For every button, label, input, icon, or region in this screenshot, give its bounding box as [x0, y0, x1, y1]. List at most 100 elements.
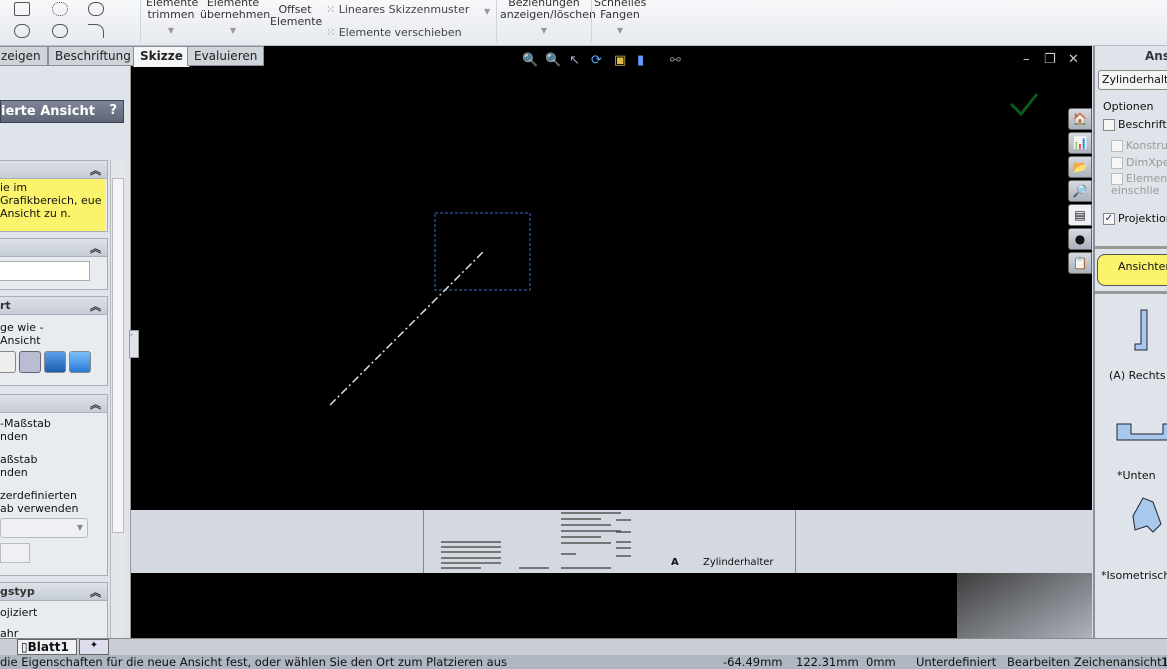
section-title: rt	[0, 299, 11, 312]
task-pane-view-palette-icon[interactable]: ▤	[1068, 204, 1092, 226]
scroll-thumb[interactable]	[112, 178, 124, 533]
tab-anzeigen[interactable]: zeigen	[0, 46, 48, 66]
scale-option-custom[interactable]: zerdefinierten ab verwenden	[0, 479, 90, 515]
sheet-tab-blatt1[interactable]: ▯Blatt1	[17, 639, 77, 655]
move-entities-label: Elemente verschieben	[338, 26, 462, 39]
zoom-to-fit-icon[interactable]: 🔍	[522, 53, 538, 68]
offset-entities-button[interactable]: Offset Elemente	[270, 4, 322, 28]
style-text: ge wie -Ansicht	[0, 321, 44, 347]
checkbox-dimxpert[interactable]: DimXper	[1111, 156, 1167, 169]
quick-snaps-button[interactable]: Schnelles Fangen ▼	[594, 0, 646, 37]
checkbox-annotations[interactable]: Beschriftu	[1103, 118, 1167, 131]
title-text: ierte Ansicht	[1, 104, 95, 119]
collapse-icon[interactable]: ︽	[90, 298, 101, 314]
display-style-section: rt ︽ ge wie -Ansicht	[0, 296, 108, 386]
scale-section: ︽ -Maßstab nden aßstab nden zerdefiniert…	[0, 394, 108, 576]
close-icon[interactable]: ✕	[1068, 52, 1079, 67]
convert-label: Elemente übernehmen	[200, 0, 271, 21]
type-option-projected[interactable]: ojiziert	[0, 601, 107, 619]
centerline	[329, 251, 484, 406]
view-placement-box	[434, 212, 531, 291]
scale-dropdown[interactable]: ▼	[0, 518, 88, 538]
message-text: ie im Grafikbereich, eue Ansicht zu n.	[0, 179, 106, 231]
task-pane-search-icon[interactable]: 🔎	[1068, 180, 1092, 202]
slot-icon[interactable]	[14, 24, 30, 38]
checkbox-include-items[interactable]: Elemente einschlie	[1111, 173, 1167, 197]
linear-pattern-label: Lineares Skizzenmuster	[338, 3, 470, 16]
panel-splitter-handle[interactable]: ‹	[129, 330, 139, 358]
status-extra: 1	[1161, 655, 1167, 669]
property-manager-scrollbar[interactable]	[110, 160, 125, 638]
status-x: -64.49mm	[723, 655, 783, 669]
checkbox-projected[interactable]: ✓Projektion	[1103, 212, 1167, 225]
collapse-icon[interactable]: ︽	[90, 396, 101, 412]
tab-beschriftung[interactable]: Beschriftung	[48, 46, 138, 66]
hidden-lines-visible-button[interactable]	[19, 351, 41, 373]
task-pane-appearances-icon[interactable]: ●	[1068, 228, 1092, 250]
message-section: ︽ ie im Grafikbereich, eue Ansicht zu n.	[0, 160, 108, 232]
collapse-icon[interactable]: ︽	[90, 584, 101, 600]
pattern-dropdown[interactable]: ▼	[484, 6, 490, 18]
scale-option-sheet[interactable]: -Maßstab nden	[0, 413, 60, 443]
task-pane-resources-icon[interactable]: 📊	[1068, 132, 1092, 154]
status-z: 0mm	[866, 655, 896, 669]
move-entities-button[interactable]: ⁙ Elemente verschieben	[326, 27, 462, 39]
previous-view-icon[interactable]: ↖	[569, 53, 580, 68]
status-bar: die Eigenschaften für die neue Ansicht f…	[0, 655, 1167, 669]
tab-skizze[interactable]: Skizze	[133, 46, 190, 67]
dimension-type-section: gstyp ︽ ojiziert ahr	[0, 582, 108, 642]
rectangle-icon[interactable]	[14, 2, 30, 16]
wireframe-button[interactable]	[0, 351, 16, 373]
options-label: Optionen	[1103, 100, 1154, 113]
view-right[interactable]: (A) Rechts	[1109, 369, 1166, 382]
views-button[interactable]: Ansichten	[1097, 254, 1167, 286]
minimize-icon[interactable]: –	[1023, 52, 1030, 67]
trim-label: Elemente trimmen	[146, 0, 199, 21]
task-pane-home-icon[interactable]: 🏠	[1068, 108, 1092, 130]
status-mode: Bearbeiten Zeichenansicht1	[1007, 655, 1167, 669]
ellipse-icon[interactable]	[88, 2, 104, 16]
collapse-icon[interactable]: ︽	[90, 162, 101, 178]
task-pane-custom-properties-icon[interactable]: 📋	[1068, 252, 1092, 274]
command-manager-toolbar: Elemente trimmen ▼ Elemente übernehmen ▼ O…	[0, 0, 1167, 46]
convert-entities-button[interactable]: Elemente übernehmen ▼	[200, 0, 270, 37]
checkbox-design[interactable]: Konstruk	[1111, 139, 1167, 152]
tab-evaluieren[interactable]: Evaluieren	[187, 46, 265, 66]
section-title: gstyp	[0, 585, 35, 598]
reference-section: ︽	[0, 238, 108, 290]
shaded-edges-button[interactable]	[44, 351, 66, 373]
property-manager-title: ierte Ansicht?	[0, 100, 124, 123]
collapse-icon[interactable]: ︽	[90, 240, 101, 256]
checkbox[interactable]	[1103, 119, 1115, 131]
trim-entities-button[interactable]: Elemente trimmen ▼	[146, 0, 199, 37]
relations-label: Beziehungen anzeigen/löschen	[500, 0, 597, 21]
polygon-icon[interactable]	[52, 2, 68, 16]
display-style-icon[interactable]: ⚯	[670, 53, 681, 68]
status-definition: Unterdefiniert	[916, 655, 997, 669]
help-icon[interactable]: ?	[109, 103, 117, 118]
point-icon[interactable]	[52, 24, 68, 38]
shaded-button[interactable]	[69, 351, 91, 373]
sheet-tabs: ▯Blatt1 ✦	[0, 638, 1167, 655]
view-palette: Ansi Zylinderhalter Optionen Beschriftu …	[1093, 46, 1167, 638]
scale-input[interactable]	[0, 543, 30, 563]
zoom-area-icon[interactable]: 🔍	[545, 53, 561, 68]
model-select[interactable]: Zylinderhalter	[1098, 70, 1167, 90]
scale-option-parent[interactable]: aßstab nden	[0, 443, 50, 479]
rebuild-icon[interactable]: ⟳	[591, 53, 602, 68]
task-pane-file-explorer-icon[interactable]: 📂	[1068, 156, 1092, 178]
view-isometric[interactable]: *Isometrisch	[1101, 569, 1167, 582]
status-message: die Eigenschaften für die neue Ansicht f…	[0, 655, 507, 669]
status-y: 122.31mm	[796, 655, 859, 669]
restore-icon[interactable]: ❐	[1044, 52, 1056, 67]
view-orientation-icon[interactable]: ▮	[637, 53, 644, 68]
section-view-icon[interactable]: ▣	[614, 53, 626, 68]
fillet-icon[interactable]	[88, 24, 104, 38]
add-sheet-icon[interactable]: ✦	[79, 639, 109, 655]
view-palette-title: Ansi	[1145, 49, 1167, 63]
view-bottom[interactable]: *Unten	[1117, 469, 1156, 482]
linear-pattern-button[interactable]: ⁙ Lineares Skizzenmuster	[326, 4, 469, 16]
reference-input[interactable]	[0, 261, 90, 281]
display-relations-button[interactable]: Beziehungen anzeigen/löschen ▼	[500, 0, 596, 37]
type-option-true[interactable]: ahr	[0, 619, 107, 640]
